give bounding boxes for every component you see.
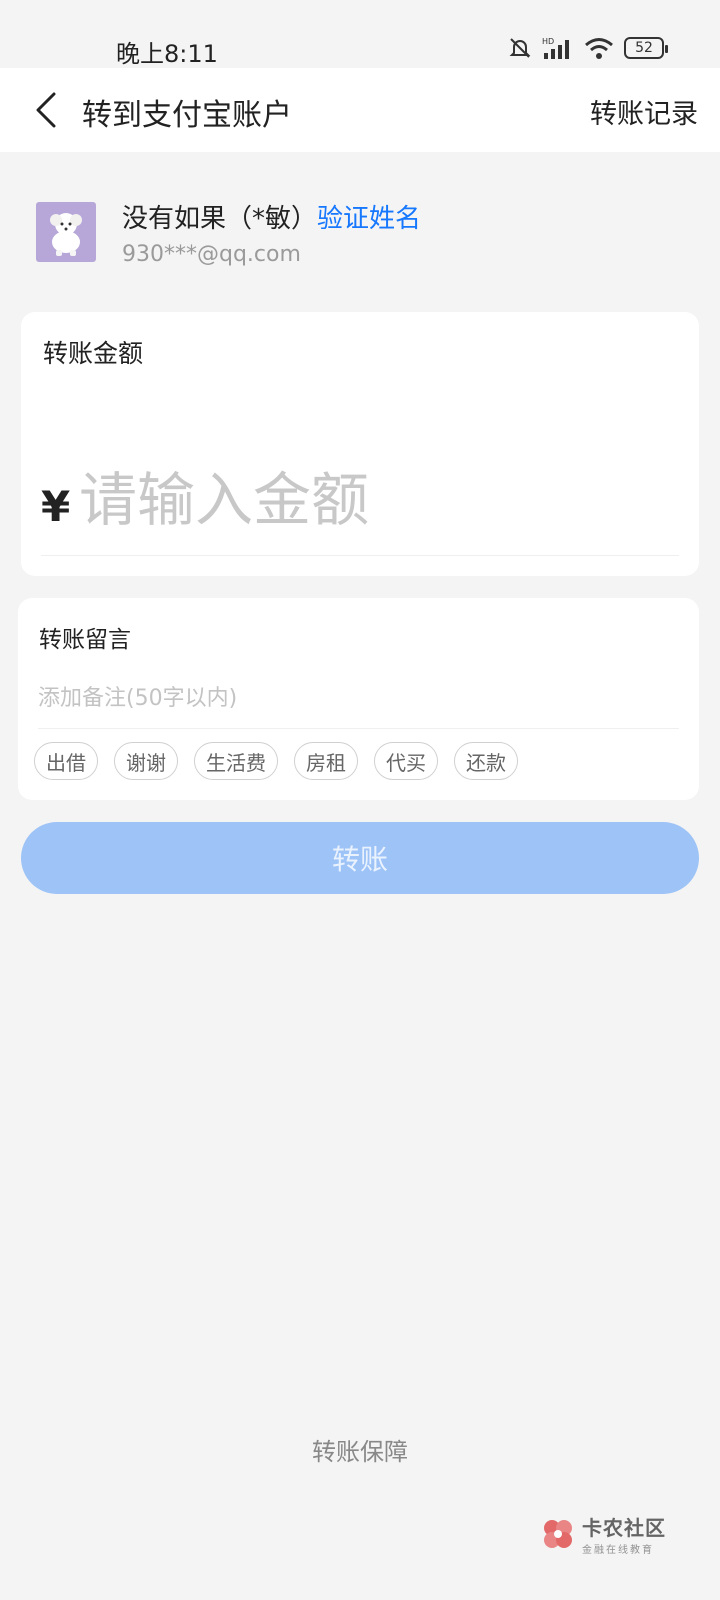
- remark-chip[interactable]: 生活费: [194, 742, 278, 780]
- svg-text:HD: HD: [542, 37, 554, 46]
- clover-logo-icon: [544, 1520, 572, 1548]
- wifi-icon: [585, 38, 613, 59]
- remark-chip[interactable]: 谢谢: [114, 742, 178, 780]
- status-bar: 晚上8:11 HD 52: [0, 0, 720, 68]
- divider: [41, 555, 679, 556]
- remark-chip[interactable]: 房租: [294, 742, 358, 780]
- recipient-name: 没有如果（*敏）: [122, 204, 318, 234]
- watermark-title: 卡农社区: [582, 1516, 666, 1540]
- verify-name-link[interactable]: 验证姓名: [317, 204, 421, 234]
- remark-input[interactable]: [38, 678, 658, 718]
- amount-card: 转账金额 ¥: [21, 312, 699, 576]
- transfer-button[interactable]: 转账: [21, 822, 699, 894]
- puppy-avatar-icon: [50, 213, 82, 256]
- amount-label: 转账金额: [43, 339, 144, 368]
- transfer-record-link[interactable]: 转账记录: [590, 92, 698, 131]
- bell-muted-icon: [509, 38, 531, 58]
- remark-chips: 出借 谢谢 生活费 房租 代买 还款: [34, 742, 518, 780]
- recipient-name-row: 没有如果（*敏）验证姓名: [122, 198, 421, 235]
- hd-signal-icon: HD: [542, 37, 569, 59]
- recipient-account: 930***@qq.com: [122, 242, 301, 267]
- watermark-text: 卡农社区 金融在线教育: [582, 1512, 666, 1556]
- watermark: 卡农社区 金融在线教育: [540, 1512, 666, 1556]
- currency-symbol: ¥: [41, 482, 71, 531]
- back-button[interactable]: [26, 86, 66, 134]
- remark-chip[interactable]: 还款: [454, 742, 518, 780]
- remark-chip[interactable]: 出借: [34, 742, 98, 780]
- transfer-guarantee-link[interactable]: 转账保障: [0, 1432, 720, 1467]
- remark-card: 转账留言 出借 谢谢 生活费 房租 代买 还款: [18, 598, 699, 800]
- battery-icon: 52: [624, 37, 668, 59]
- status-icons: HD 52: [508, 36, 668, 60]
- avatar: [36, 202, 96, 262]
- battery-level: 52: [635, 40, 653, 56]
- remark-chip[interactable]: 代买: [374, 742, 438, 780]
- navigation-header: 转到支付宝账户 转账记录: [0, 68, 720, 152]
- divider: [38, 728, 679, 729]
- watermark-subtitle: 金融在线教育: [582, 1545, 654, 1556]
- page-title: 转到支付宝账户: [82, 98, 292, 133]
- chevron-left-icon: [36, 92, 56, 128]
- remark-label: 转账留言: [39, 627, 131, 653]
- amount-input[interactable]: [79, 460, 679, 540]
- status-time: 晚上8:11: [116, 40, 218, 68]
